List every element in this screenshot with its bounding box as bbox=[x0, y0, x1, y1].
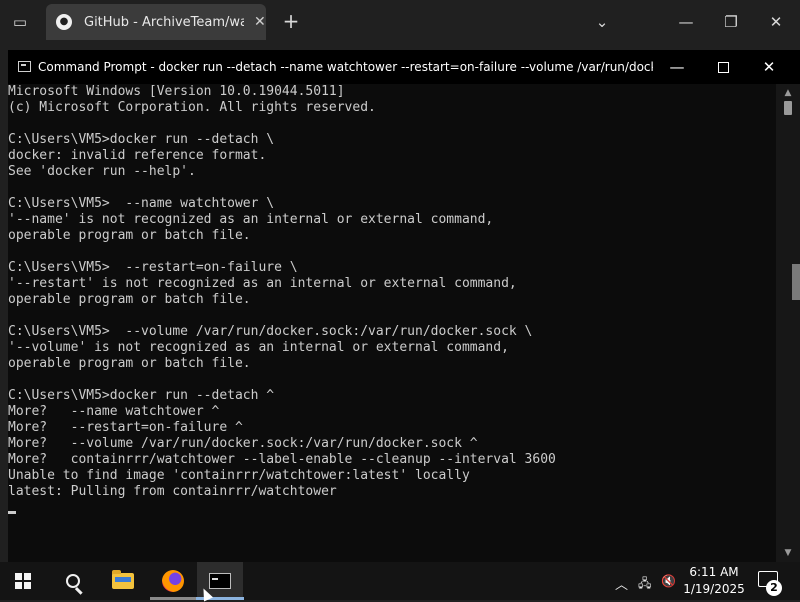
volume-muted-icon[interactable]: 🔇 bbox=[661, 574, 676, 588]
console-output[interactable]: Microsoft Windows [Version 10.0.19044.50… bbox=[8, 84, 776, 562]
scroll-up-arrow-icon[interactable]: ▲ bbox=[776, 86, 800, 100]
command-prompt-window: Command Prompt - docker run --detach --n… bbox=[8, 50, 800, 562]
browser-tab-strip: ▭ ● GitHub - ArchiveTeam/warrior- ✕ + ⌄ … bbox=[0, 0, 800, 46]
console-line: More? --volume /var/run/docker.sock:/var… bbox=[8, 436, 478, 451]
console-line: latest: Pulling from containrrr/watchtow… bbox=[8, 484, 337, 499]
browser-tab-title: GitHub - ArchiveTeam/warrior- bbox=[84, 14, 244, 30]
cmd-window-title: Command Prompt - docker run --detach --n… bbox=[38, 60, 653, 74]
github-icon: ● bbox=[56, 14, 72, 30]
cmd-minimize-button[interactable]: — bbox=[659, 55, 695, 79]
console-line: '--restart' is not recognized as an inte… bbox=[8, 276, 517, 291]
taskbar: ︿ 🖧 🔇 6:11 AM 1/19/2025 2 bbox=[0, 562, 800, 600]
firefox-button[interactable] bbox=[150, 562, 196, 600]
cmd-close-button[interactable]: ✕ bbox=[751, 55, 787, 79]
tray-chevron-icon[interactable]: ︿ bbox=[615, 574, 628, 593]
browser-minimize-button[interactable]: — bbox=[674, 10, 698, 34]
browser-restore-button[interactable]: ❐ bbox=[719, 10, 743, 34]
cmd-icon bbox=[209, 573, 231, 589]
tab-actions-icon[interactable]: ▭ bbox=[10, 12, 30, 32]
search-button[interactable] bbox=[50, 562, 96, 600]
clock[interactable]: 6:11 AM 1/19/2025 bbox=[682, 562, 746, 600]
browser-close-button[interactable]: ✕ bbox=[764, 10, 788, 34]
maximize-icon bbox=[717, 62, 729, 73]
cmd-maximize-button[interactable] bbox=[705, 55, 741, 79]
console-line: Unable to find image 'containrrr/watchto… bbox=[8, 468, 470, 483]
scrollbar-thumb[interactable] bbox=[784, 101, 792, 115]
console-scrollbar[interactable]: ▲ ▼ bbox=[776, 84, 800, 562]
text-cursor bbox=[8, 511, 16, 514]
console-line: Microsoft Windows [Version 10.0.19044.50… bbox=[8, 84, 345, 99]
console-line: C:\Users\VM5> --restart=on-failure \ bbox=[8, 260, 298, 275]
windows-logo-icon bbox=[15, 573, 31, 589]
console-line: More? --restart=on-failure ^ bbox=[8, 420, 243, 435]
console-line: More? --name watchtower ^ bbox=[8, 404, 220, 419]
cmd-titlebar[interactable]: Command Prompt - docker run --detach --n… bbox=[8, 50, 800, 84]
console-line: docker: invalid reference format. bbox=[8, 148, 267, 163]
console-line: operable program or batch file. bbox=[8, 292, 251, 307]
network-icon[interactable]: 🖧 bbox=[638, 574, 651, 595]
new-tab-button[interactable]: + bbox=[280, 10, 302, 32]
scroll-down-arrow-icon[interactable]: ▼ bbox=[776, 546, 800, 560]
firefox-icon bbox=[162, 570, 184, 592]
console-line: operable program or batch file. bbox=[8, 356, 251, 371]
console-text: Microsoft Windows [Version 10.0.19044.50… bbox=[8, 84, 776, 500]
notification-count-badge: 2 bbox=[766, 580, 782, 596]
search-icon bbox=[66, 574, 80, 588]
start-button[interactable] bbox=[0, 562, 46, 600]
browser-tab[interactable]: ● GitHub - ArchiveTeam/warrior- ✕ bbox=[46, 4, 266, 40]
folder-icon bbox=[112, 570, 134, 589]
console-line: C:\Users\VM5> --volume /var/run/docker.s… bbox=[8, 324, 533, 339]
console-line: More? containrrr/watchtower --label-enab… bbox=[8, 452, 556, 467]
console-line: (c) Microsoft Corporation. All rights re… bbox=[8, 100, 376, 115]
console-line: '--name' is not recognized as an interna… bbox=[8, 212, 494, 227]
console-line: See 'docker run --help'. bbox=[8, 164, 196, 179]
clock-time: 6:11 AM bbox=[689, 565, 739, 579]
console-line: C:\Users\VM5>docker run --detach \ bbox=[8, 132, 275, 147]
console-line: C:\Users\VM5> --name watchtower \ bbox=[8, 196, 275, 211]
cmd-icon bbox=[18, 61, 31, 72]
tab-close-icon[interactable]: ✕ bbox=[254, 14, 266, 30]
background-window-scrollbar bbox=[792, 264, 800, 300]
console-line: operable program or batch file. bbox=[8, 228, 251, 243]
file-explorer-button[interactable] bbox=[100, 562, 146, 600]
tab-list-chevron-icon[interactable]: ⌄ bbox=[590, 10, 614, 34]
clock-date: 1/19/2025 bbox=[683, 582, 745, 596]
console-line: C:\Users\VM5>docker run --detach ^ bbox=[8, 388, 275, 403]
console-line: '--volume' is not recognized as an inter… bbox=[8, 340, 509, 355]
